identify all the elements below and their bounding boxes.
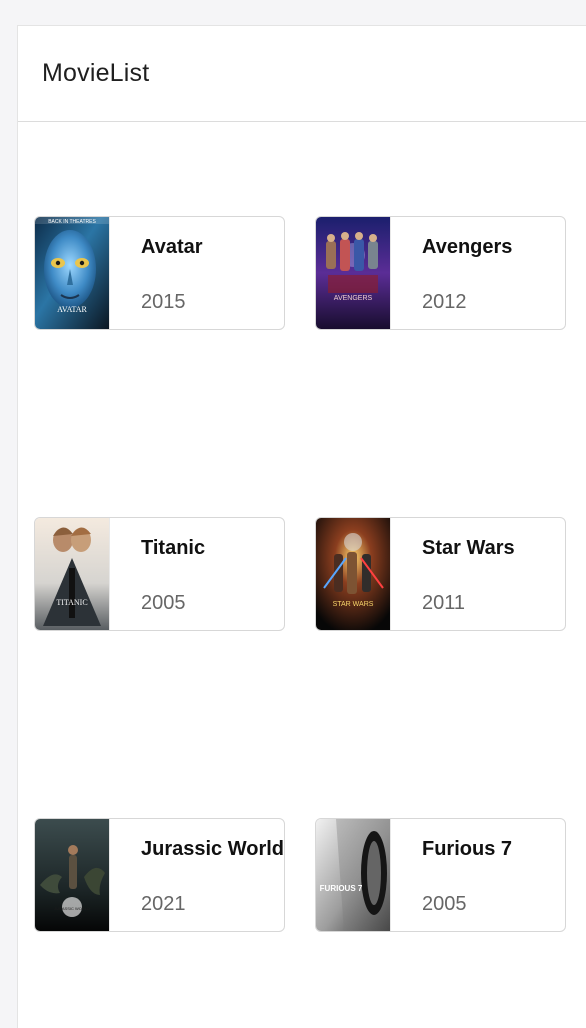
jurassic-world-poster-icon: JURASSIC WORLD — [35, 819, 110, 931]
app-header: MovieList — [18, 26, 586, 122]
jurassic-world-poster-art: JURASSIC WORLD — [35, 819, 109, 931]
movie-info: Titanic 2005 — [110, 518, 284, 630]
movie-year: 2021 — [141, 893, 186, 915]
movie-year: 2015 — [141, 291, 186, 313]
app-frame: MovieList BACK IN THEATRES AVATAR Avatar… — [17, 25, 586, 1028]
jurassic-world-poster-text: JURASSIC WORLD — [54, 906, 90, 911]
movie-card-avatar[interactable]: BACK IN THEATRES AVATAR Avatar 2015 — [34, 216, 285, 330]
star-wars-poster-art: STAR WARS — [316, 518, 390, 630]
movie-info: Jurassic World 2021 — [110, 819, 284, 931]
titanic-poster-icon: TITANIC — [35, 518, 110, 630]
movie-title: Avengers — [422, 236, 513, 258]
movie-title: Jurassic World — [141, 838, 284, 860]
movie-card-avengers[interactable]: AVENGERS Avengers 2012 — [315, 216, 566, 330]
movie-title: Furious 7 — [422, 838, 513, 860]
movie-card-furious-7[interactable]: FURIOUS 7 Furious 7 2005 — [315, 818, 566, 932]
avengers-poster-icon: AVENGERS — [316, 217, 391, 329]
avatar-poster-icon: BACK IN THEATRES AVATAR — [35, 217, 110, 329]
movie-info: Furious 7 2005 — [391, 819, 565, 931]
movie-card-titanic[interactable]: TITANIC Titanic 2005 — [34, 517, 285, 631]
movie-card-star-wars[interactable]: STAR WARS Star Wars 2011 — [315, 517, 566, 631]
movie-year: 2012 — [422, 291, 467, 313]
page-title: MovieList — [42, 59, 150, 87]
star-wars-poster-icon: STAR WARS — [316, 518, 391, 630]
movie-title: Avatar — [141, 236, 203, 258]
movie-info: Star Wars 2011 — [391, 518, 565, 630]
furious-7-poster-icon: FURIOUS 7 — [316, 819, 391, 931]
avatar-poster-top-text: BACK IN THEATRES — [48, 219, 96, 225]
movie-card-jurassic-world[interactable]: JURASSIC WORLD Jurassic World 2021 — [34, 818, 285, 932]
movie-year: 2005 — [141, 592, 186, 614]
avengers-poster-text: AVENGERS — [334, 295, 373, 302]
movie-year: 2005 — [422, 893, 467, 915]
movie-year: 2011 — [422, 592, 466, 614]
titanic-poster-art: TITANIC — [35, 518, 109, 630]
avatar-poster-art: BACK IN THEATRES AVATAR — [35, 217, 109, 329]
avatar-poster-text: AVATAR — [57, 305, 87, 314]
movie-title: Star Wars — [422, 537, 515, 559]
movie-grid: BACK IN THEATRES AVATAR Avatar 2015 AVEN… — [18, 122, 586, 1028]
movie-info: Avengers 2012 — [391, 217, 565, 329]
movie-title: Titanic — [141, 537, 206, 559]
avengers-poster-art: AVENGERS — [316, 217, 390, 329]
titanic-poster-text: TITANIC — [56, 598, 87, 607]
movie-info: Avatar 2015 — [110, 217, 284, 329]
furious-7-poster-art: FURIOUS 7 — [316, 819, 390, 931]
star-wars-poster-text: STAR WARS — [333, 601, 374, 608]
furious-7-poster-text: FURIOUS 7 — [320, 884, 363, 893]
